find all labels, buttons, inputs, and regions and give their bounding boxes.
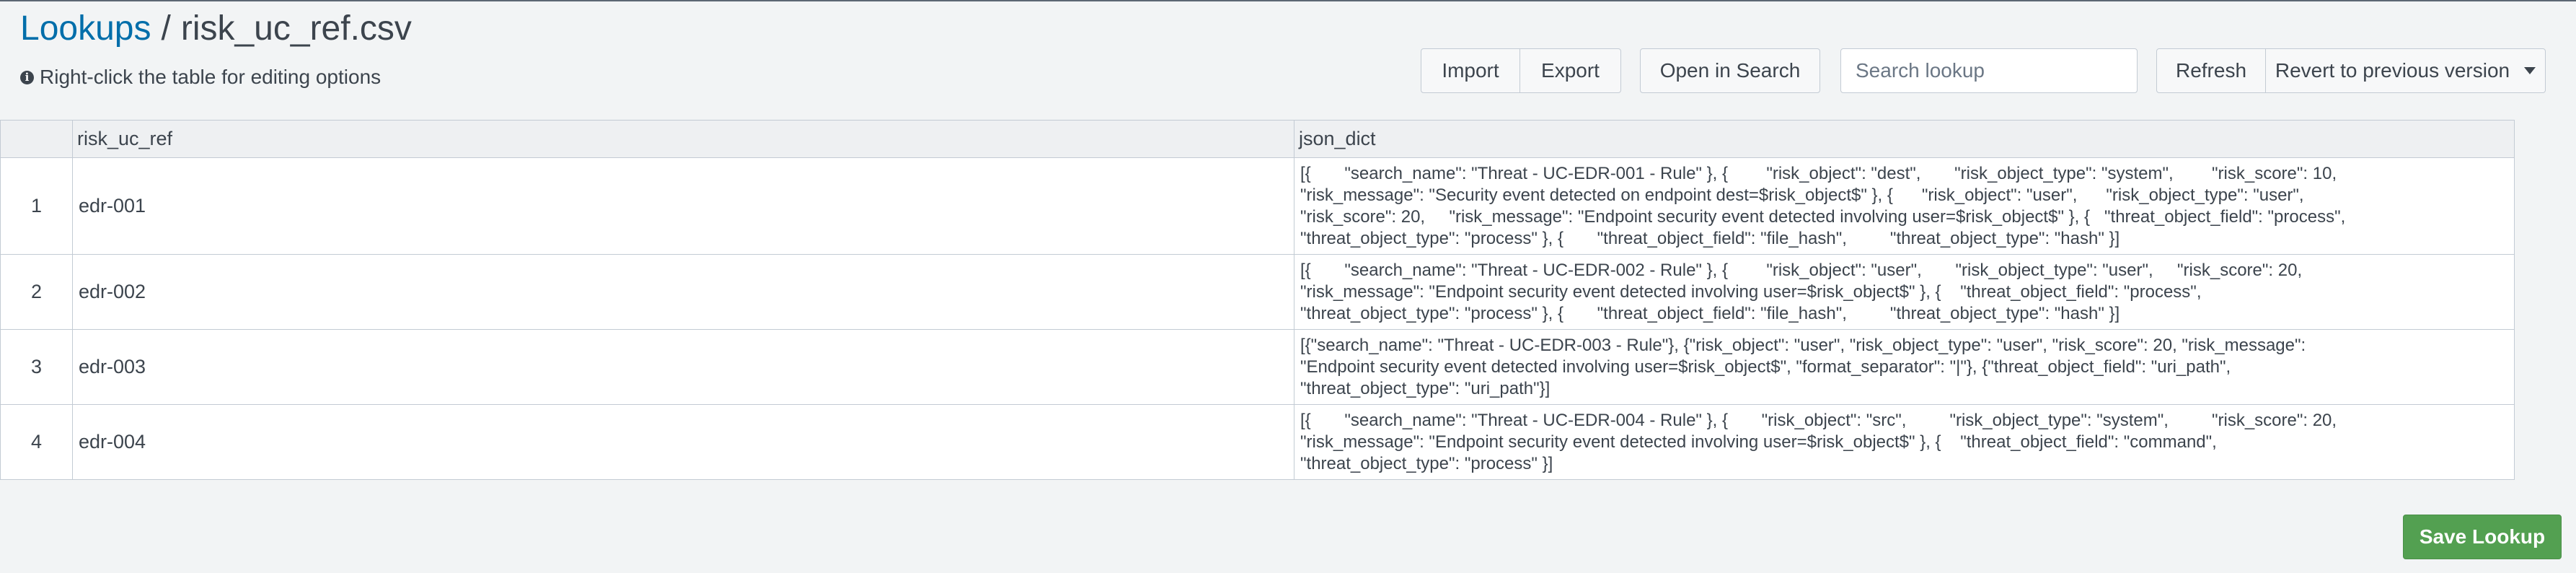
table-header-row: risk_uc_ref json_dict <box>0 120 2515 158</box>
cell-json-dict[interactable]: [{ "search_name": "Threat - UC-EDR-001 -… <box>1294 157 2515 255</box>
page-title: risk_uc_ref.csv <box>180 9 412 48</box>
table-row[interactable]: 4 edr-004 [{ "search_name": "Threat - UC… <box>0 404 2515 480</box>
table-row[interactable]: 1 edr-001 [{ "search_name": "Threat - UC… <box>0 157 2515 255</box>
info-icon: i <box>20 70 34 84</box>
cell-risk-uc-ref[interactable]: edr-002 <box>72 254 1294 330</box>
column-header-json-dict[interactable]: json_dict <box>1294 120 2515 158</box>
cell-json-dict[interactable]: [{ "search_name": "Threat - UC-EDR-002 -… <box>1294 254 2515 330</box>
row-number: 3 <box>0 329 73 405</box>
cell-json-dict[interactable]: [{"search_name": "Threat - UC-EDR-003 - … <box>1294 329 2515 405</box>
breadcrumb: Lookups / risk_uc_ref.csv <box>20 7 412 51</box>
refresh-button[interactable]: Refresh <box>2156 48 2266 93</box>
row-number-header <box>0 120 73 158</box>
row-number: 2 <box>0 254 73 330</box>
import-button[interactable]: Import <box>1421 48 1520 93</box>
cell-risk-uc-ref[interactable]: edr-004 <box>72 404 1294 480</box>
revert-version-label: Revert to previous version <box>2275 59 2510 82</box>
lookup-table[interactable]: risk_uc_ref json_dict 1 edr-001 [{ "sear… <box>0 120 2515 480</box>
editing-hint: i Right-click the table for editing opti… <box>20 65 381 89</box>
row-number: 1 <box>0 157 73 255</box>
export-button[interactable]: Export <box>1520 48 1621 93</box>
cell-risk-uc-ref[interactable]: edr-003 <box>72 329 1294 405</box>
cell-risk-uc-ref[interactable]: edr-001 <box>72 157 1294 255</box>
open-in-search-button[interactable]: Open in Search <box>1640 48 1820 93</box>
table-row[interactable]: 2 edr-002 [{ "search_name": "Threat - UC… <box>0 254 2515 330</box>
save-lookup-button[interactable]: Save Lookup <box>2403 515 2562 559</box>
revert-version-button[interactable]: Revert to previous version <box>2266 48 2546 93</box>
cell-json-dict[interactable]: [{ "search_name": "Threat - UC-EDR-004 -… <box>1294 404 2515 480</box>
column-header-risk-uc-ref[interactable]: risk_uc_ref <box>72 120 1294 158</box>
page-header: Lookups / risk_uc_ref.csv <box>20 7 412 51</box>
breadcrumb-lookups-link[interactable]: Lookups <box>20 9 151 48</box>
top-border <box>0 0 2576 1</box>
row-number: 4 <box>0 404 73 480</box>
editing-hint-text: Right-click the table for editing option… <box>40 66 381 88</box>
table-row[interactable]: 3 edr-003 [{"search_name": "Threat - UC-… <box>0 329 2515 405</box>
chevron-down-icon <box>2524 67 2536 74</box>
search-lookup-input[interactable] <box>1840 48 2138 93</box>
breadcrumb-separator: / <box>161 9 171 48</box>
